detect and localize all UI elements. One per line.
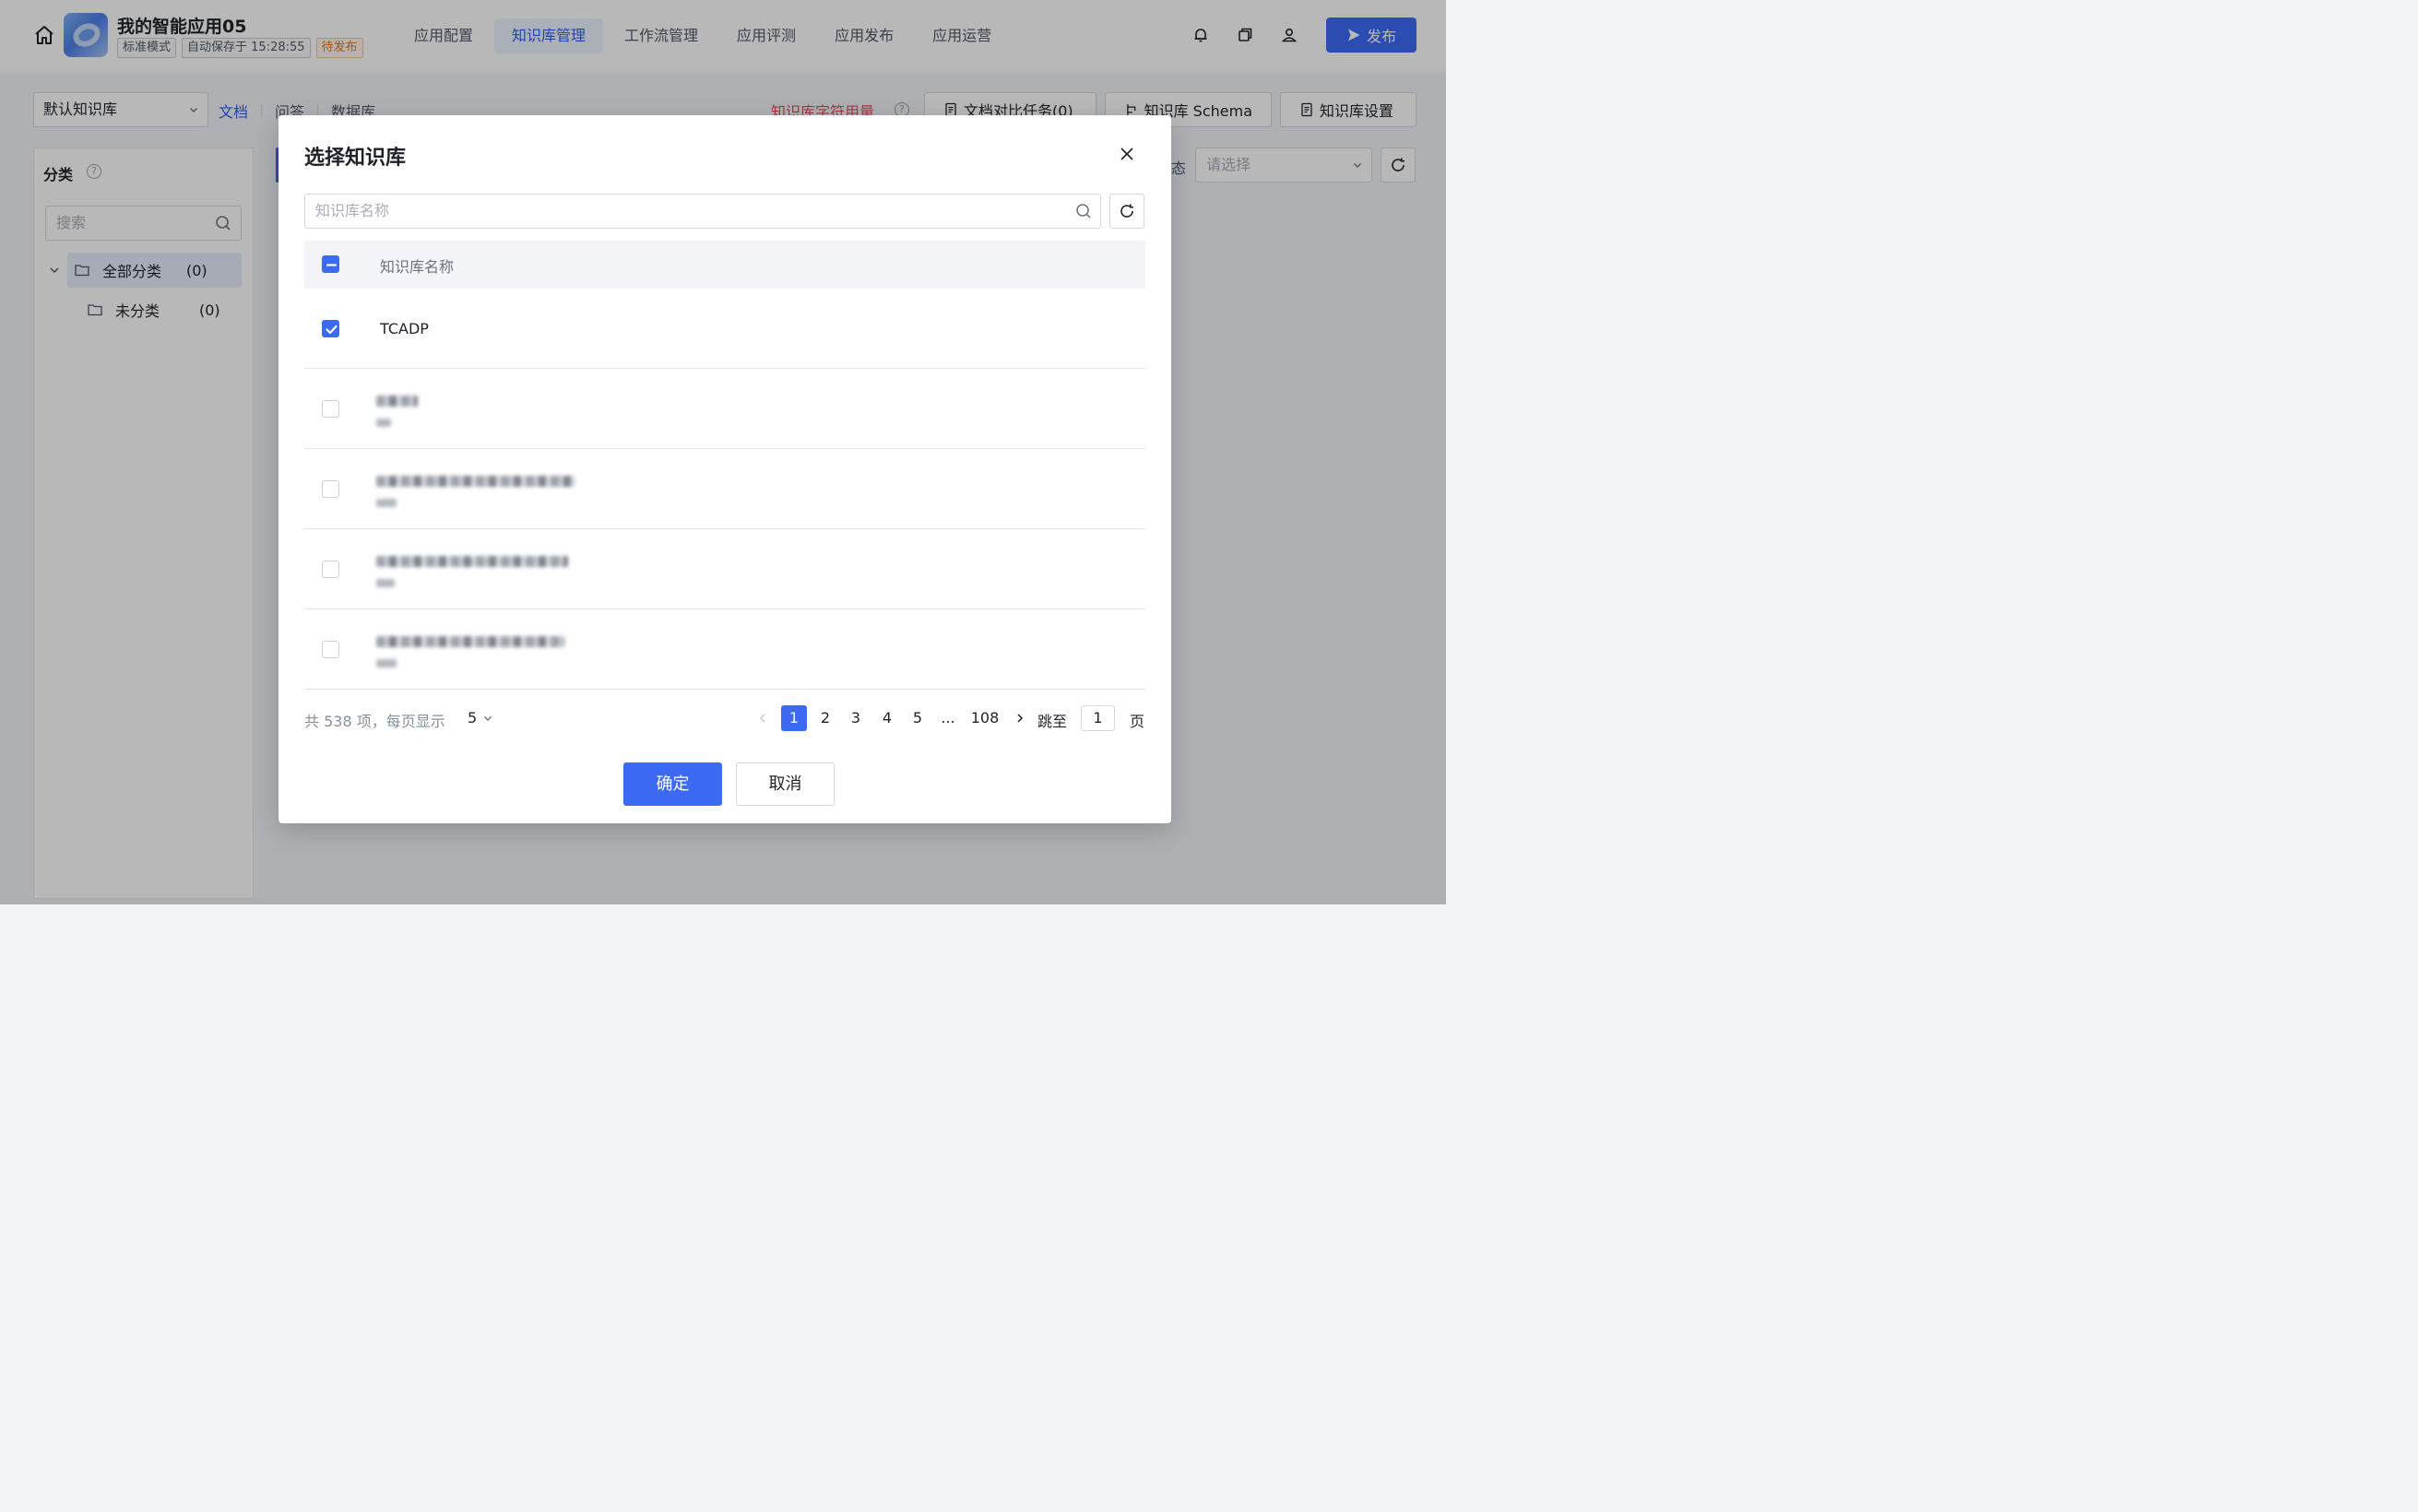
page-3[interactable]: 3 bbox=[843, 705, 869, 731]
confirm-button[interactable]: 确定 bbox=[623, 762, 722, 806]
row-checkbox[interactable] bbox=[322, 320, 339, 337]
redacted-kb-meta bbox=[376, 659, 397, 667]
table-row[interactable] bbox=[304, 369, 1145, 449]
refresh-icon bbox=[1120, 204, 1133, 218]
page-2[interactable]: 2 bbox=[812, 705, 838, 731]
page-size-value: 5 bbox=[468, 709, 478, 726]
next-page-icon[interactable] bbox=[1014, 713, 1025, 724]
row-checkbox[interactable] bbox=[322, 641, 339, 658]
pagination: 共 538 项，每页显示 5 1 2 3 4 5 ... 108 跳至 1 页 bbox=[304, 705, 1145, 733]
redacted-kb-name bbox=[376, 396, 418, 407]
select-all-checkbox[interactable] bbox=[322, 255, 339, 273]
kb-name-search-input[interactable]: 知识库名称 bbox=[304, 194, 1101, 229]
pagination-total: 共 538 项，每页显示 bbox=[304, 713, 445, 730]
table-header: 知识库名称 bbox=[304, 241, 1145, 289]
indeterminate-icon bbox=[326, 264, 338, 266]
prev-page-icon[interactable] bbox=[757, 713, 768, 724]
row-checkbox[interactable] bbox=[322, 480, 339, 498]
page-1[interactable]: 1 bbox=[781, 705, 807, 731]
table-row[interactable] bbox=[304, 529, 1145, 609]
redacted-kb-meta bbox=[376, 579, 395, 587]
dialog-title: 选择知识库 bbox=[304, 147, 407, 170]
table-row[interactable] bbox=[304, 609, 1145, 690]
cancel-button[interactable]: 取消 bbox=[736, 762, 835, 806]
jump-label: 跳至 bbox=[1037, 713, 1068, 730]
select-knowledge-base-dialog: 选择知识库 知识库名称 知识库名称 TCADP 共 538 项，每页显示 5 1… bbox=[279, 115, 1171, 823]
column-header-kb-name: 知识库名称 bbox=[380, 258, 455, 276]
redacted-kb-meta bbox=[376, 419, 391, 427]
chevron-down-icon bbox=[484, 716, 492, 721]
kb-name: TCADP bbox=[380, 320, 429, 337]
page-4[interactable]: 4 bbox=[874, 705, 900, 731]
redacted-kb-name bbox=[376, 556, 568, 567]
row-checkbox[interactable] bbox=[322, 400, 339, 418]
kb-search-placeholder: 知识库名称 bbox=[315, 202, 390, 219]
page-ellipsis[interactable]: ... bbox=[935, 705, 961, 731]
page-suffix: 页 bbox=[1130, 713, 1145, 730]
table-row[interactable] bbox=[304, 449, 1145, 529]
search-icon bbox=[1076, 204, 1091, 219]
page-size-select[interactable]: 5 bbox=[468, 709, 492, 726]
redacted-kb-name bbox=[376, 476, 575, 487]
page-5[interactable]: 5 bbox=[905, 705, 930, 731]
redacted-kb-name bbox=[376, 636, 564, 647]
kb-refresh-button[interactable] bbox=[1109, 194, 1144, 229]
jump-page-input[interactable]: 1 bbox=[1081, 705, 1115, 731]
row-checkbox[interactable] bbox=[322, 561, 339, 578]
page-last[interactable]: 108 bbox=[969, 705, 1001, 731]
close-icon[interactable] bbox=[1118, 145, 1136, 163]
check-icon bbox=[326, 325, 338, 335]
table-row[interactable]: TCADP bbox=[304, 289, 1145, 369]
redacted-kb-meta bbox=[376, 499, 397, 507]
